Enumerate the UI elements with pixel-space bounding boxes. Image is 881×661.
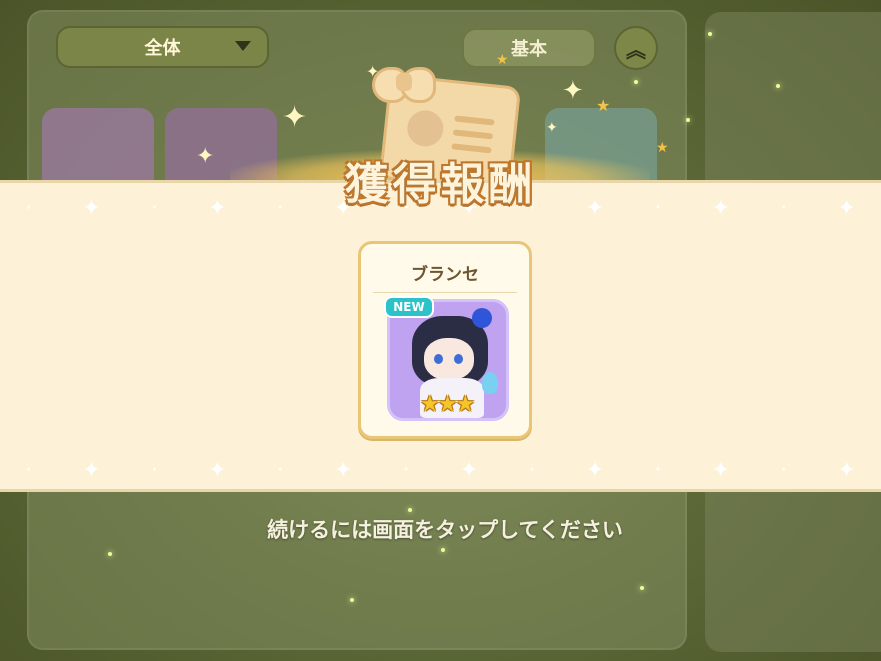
glow-particle bbox=[350, 598, 354, 602]
rose-icon bbox=[472, 308, 492, 328]
sparkle-icon: ✦ bbox=[366, 62, 380, 81]
ribbon-bow-icon bbox=[372, 63, 436, 105]
reward-title: 獲得報酬 bbox=[344, 159, 537, 210]
sparkle-icon: ★ bbox=[656, 140, 669, 156]
banner-decoration-bottom: · ✦ · ✦ · ✦ · ✦ · ✦ · ✦ · ✦ bbox=[25, 457, 856, 483]
new-badge: NEW bbox=[384, 296, 434, 318]
collapse-button[interactable]: ︽ bbox=[614, 26, 658, 70]
chevron-down-icon bbox=[235, 41, 251, 51]
basic-sort-button[interactable]: 基本 bbox=[462, 28, 596, 68]
sparkle-icon: ✦ bbox=[546, 120, 558, 136]
sparkle-icon: ★ bbox=[496, 52, 509, 68]
glow-particle bbox=[708, 32, 712, 36]
basic-sort-label: 基本 bbox=[511, 39, 547, 60]
flame-icon bbox=[482, 372, 498, 394]
reward-card-name: ブランセ bbox=[411, 265, 479, 285]
filter-dropdown-label: 全体 bbox=[144, 38, 181, 59]
sparkle-icon: ✦ bbox=[282, 100, 308, 135]
glow-particle bbox=[108, 552, 112, 556]
tap-to-continue-hint: 続けるには画面をタップしてください bbox=[267, 518, 623, 542]
sparkle-icon: ✦ bbox=[196, 144, 215, 169]
sparkle-icon: ✦ bbox=[562, 76, 584, 106]
filter-dropdown[interactable]: 全体 bbox=[56, 26, 269, 68]
glow-particle bbox=[776, 84, 780, 88]
reward-card[interactable]: ブランセ ★★★ bbox=[358, 241, 532, 439]
glow-particle bbox=[640, 586, 644, 590]
glow-particle bbox=[408, 508, 412, 512]
glow-particle bbox=[441, 548, 445, 552]
rarity-stars: ★★★ bbox=[420, 392, 475, 417]
glow-particle bbox=[686, 118, 690, 122]
card-divider bbox=[373, 292, 517, 293]
double-chevron-up-icon: ︽ bbox=[626, 37, 646, 62]
glow-particle bbox=[634, 80, 638, 84]
sparkle-icon: ★ bbox=[596, 96, 611, 115]
